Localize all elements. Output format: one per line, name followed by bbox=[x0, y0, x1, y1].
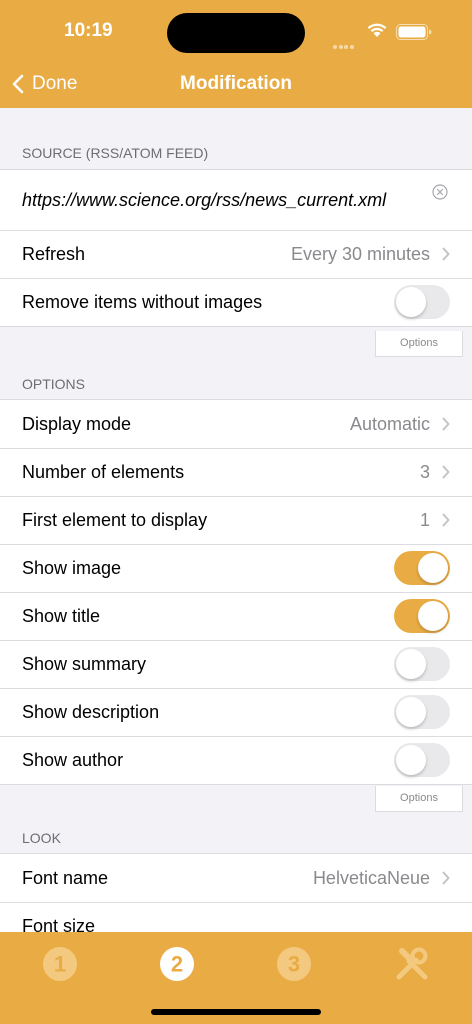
chevron-right-icon bbox=[442, 247, 450, 261]
show-summary-label: Show summary bbox=[22, 653, 147, 674]
display-mode-value: Automatic bbox=[349, 413, 430, 434]
show-description-row: Show description bbox=[0, 688, 472, 736]
status-time: 10:19 bbox=[64, 20, 113, 41]
show-title-label: Show title bbox=[22, 605, 101, 626]
tab-tools[interactable] bbox=[392, 944, 432, 984]
chevron-right-icon bbox=[442, 465, 450, 479]
look-section-header: LOOK bbox=[22, 830, 61, 846]
tools-icon bbox=[396, 947, 428, 980]
refresh-value: Every 30 minutes bbox=[290, 243, 430, 264]
number-of-elements-row[interactable]: Number of elements 3 bbox=[0, 448, 472, 496]
svg-text:1: 1 bbox=[54, 952, 66, 977]
number-2-icon: 2 bbox=[160, 947, 194, 981]
show-image-label: Show image bbox=[22, 557, 122, 578]
options-group: Display mode Automatic Number of element… bbox=[0, 399, 472, 785]
tab-1[interactable]: 1 bbox=[40, 944, 80, 984]
options-section-header: OPTIONS bbox=[22, 376, 86, 392]
source-group: https://www.science.org/rss/news_current… bbox=[0, 169, 472, 327]
font-name-label: Font name bbox=[22, 867, 109, 888]
show-description-toggle[interactable] bbox=[394, 695, 450, 729]
show-author-toggle[interactable] bbox=[394, 743, 450, 777]
battery-icon bbox=[396, 24, 432, 40]
cellular-signal-icon bbox=[333, 36, 355, 54]
clear-icon[interactable] bbox=[432, 184, 448, 200]
show-author-row: Show author bbox=[0, 736, 472, 784]
tab-3[interactable]: 3 bbox=[274, 944, 314, 984]
number-1-icon: 1 bbox=[43, 947, 77, 981]
refresh-row[interactable]: Refresh Every 30 minutes bbox=[0, 230, 472, 278]
number-of-elements-label: Number of elements bbox=[22, 461, 185, 482]
show-summary-row: Show summary bbox=[0, 640, 472, 688]
display-mode-row[interactable]: Display mode Automatic bbox=[0, 400, 472, 448]
refresh-label: Refresh bbox=[22, 243, 86, 264]
svg-text:3: 3 bbox=[288, 952, 300, 977]
source-options-button[interactable]: Options bbox=[375, 331, 463, 357]
chevron-right-icon bbox=[442, 513, 450, 527]
show-title-row: Show title bbox=[0, 592, 472, 640]
remove-without-images-toggle[interactable] bbox=[394, 285, 450, 319]
dynamic-island bbox=[167, 13, 305, 53]
number-3-icon: 3 bbox=[277, 947, 311, 981]
page-title: Modification bbox=[180, 73, 292, 94]
feed-url-row[interactable]: https://www.science.org/rss/news_current… bbox=[0, 170, 472, 230]
feed-url-field[interactable]: https://www.science.org/rss/news_current… bbox=[22, 190, 386, 211]
tab-2[interactable]: 2 bbox=[157, 944, 197, 984]
first-element-label: First element to display bbox=[22, 509, 208, 530]
show-image-row: Show image bbox=[0, 544, 472, 592]
display-mode-label: Display mode bbox=[22, 413, 132, 434]
svg-text:2: 2 bbox=[171, 952, 183, 977]
show-image-toggle[interactable] bbox=[394, 551, 450, 585]
show-summary-toggle[interactable] bbox=[394, 647, 450, 681]
chevron-right-icon bbox=[442, 417, 450, 431]
source-section-header: SOURCE (RSS/ATOM FEED) bbox=[22, 145, 209, 161]
navigation-header: 10:19 Done Modification bbox=[0, 0, 472, 108]
wifi-icon bbox=[367, 23, 387, 37]
number-of-elements-value: 3 bbox=[419, 461, 430, 482]
first-element-row[interactable]: First element to display 1 bbox=[0, 496, 472, 544]
show-author-label: Show author bbox=[22, 749, 124, 770]
font-name-value: HelveticaNeue bbox=[312, 867, 430, 888]
options-options-button[interactable]: Options bbox=[375, 786, 463, 812]
remove-without-images-label: Remove items without images bbox=[22, 291, 263, 312]
font-name-row[interactable]: Font name HelveticaNeue bbox=[0, 854, 472, 902]
first-element-value: 1 bbox=[419, 509, 430, 530]
chevron-right-icon bbox=[442, 871, 450, 885]
show-title-toggle[interactable] bbox=[394, 599, 450, 633]
show-description-label: Show description bbox=[22, 701, 160, 722]
remove-without-images-row: Remove items without images bbox=[0, 278, 472, 326]
home-indicator bbox=[151, 1009, 321, 1015]
